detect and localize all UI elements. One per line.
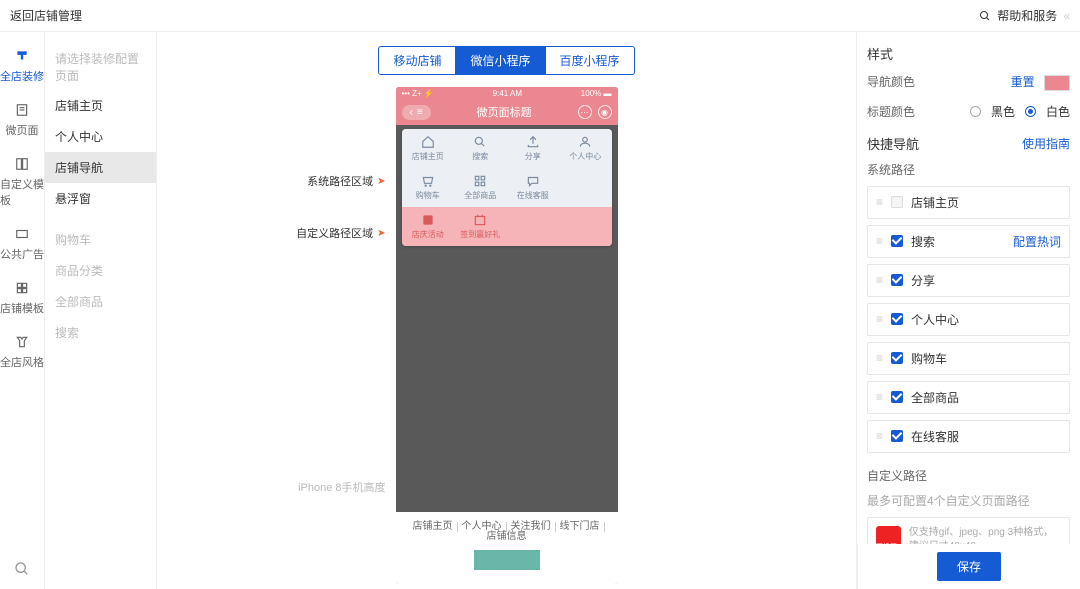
sidebar-hint: 请选择装修配置页面: [45, 44, 156, 90]
drag-handle-icon[interactable]: ≡: [876, 274, 883, 286]
platform-tabs: 移动店铺 微信小程序 百度小程序: [157, 46, 856, 75]
reset-button[interactable]: 重置: [1011, 75, 1035, 89]
list-item[interactable]: ≡分享: [867, 264, 1070, 297]
popup-goods[interactable]: 全部商品: [454, 168, 507, 207]
annotation-system: 系统路径区域➤: [307, 173, 385, 189]
mini-menu-icon[interactable]: ⋯: [578, 105, 592, 119]
config-hotword-link[interactable]: 配置热词: [1013, 233, 1061, 250]
rail-item-style[interactable]: 全店风格: [0, 334, 44, 370]
popup-cart[interactable]: 购物车: [402, 168, 455, 207]
paint-icon: [14, 48, 30, 64]
sidebar-item-float[interactable]: 悬浮窗: [45, 183, 156, 214]
sidebar-item-nav[interactable]: 店铺导航: [45, 152, 156, 183]
popup-custom-2[interactable]: 签到赢好礼: [454, 207, 507, 246]
save-button[interactable]: 保存: [937, 552, 1001, 581]
save-bar: 保存: [857, 544, 1080, 589]
sidebar-item-search[interactable]: 搜索: [45, 317, 156, 348]
phone-preview: ••• Z+ ⚡ 9:41 AM 100% ▬ ‹≡ 微页面标题 ⋯ ◉ 店铺主…: [396, 87, 618, 584]
color-swatch[interactable]: [1044, 75, 1070, 91]
tab-wechat[interactable]: 微信小程序: [456, 46, 544, 75]
shop-template-icon: [14, 280, 30, 296]
nav-color-label: 导航颜色: [867, 73, 915, 90]
drag-handle-icon[interactable]: ≡: [876, 235, 883, 247]
rail-item-ad[interactable]: 公共广告: [0, 226, 44, 262]
annotation-custom: 自定义路径区域➤: [296, 225, 385, 241]
left-rail: 全店装修 微页面 自定义模板 公共广告 店铺模板 全店风格: [0, 32, 45, 589]
checkbox[interactable]: [891, 352, 903, 364]
checkbox[interactable]: [891, 391, 903, 403]
collapse-icon: «: [1063, 9, 1070, 23]
section-style: 样式: [867, 44, 1070, 63]
help-link[interactable]: 帮助和服务 «: [979, 7, 1070, 24]
drag-handle-icon[interactable]: ≡: [876, 313, 883, 325]
popup-search[interactable]: 搜索: [454, 129, 507, 168]
status-bar: ••• Z+ ⚡ 9:41 AM 100% ▬: [396, 87, 618, 99]
rail-search-button[interactable]: [0, 561, 44, 577]
sidebar-item-profile[interactable]: 个人中心: [45, 121, 156, 152]
custom-path-hint: 最多可配置4个自定义页面路径: [867, 492, 1070, 509]
sidebar-item-all-goods[interactable]: 全部商品: [45, 286, 156, 317]
popup-profile[interactable]: 个人中心: [559, 129, 612, 168]
checkbox[interactable]: [891, 196, 903, 208]
system-path-list: ≡店铺主页 ≡搜索配置热词 ≡分享 ≡个人中心 ≡购物车 ≡全部商品 ≡在线客服: [867, 186, 1070, 453]
title-bar: ‹≡ 微页面标题 ⋯ ◉: [396, 99, 618, 125]
list-item[interactable]: ≡全部商品: [867, 381, 1070, 414]
title-color-label: 标题颜色: [867, 103, 915, 120]
guide-link[interactable]: 使用指南: [1022, 135, 1070, 152]
popup-share[interactable]: 分享: [507, 129, 560, 168]
checkbox[interactable]: [891, 235, 903, 247]
checkbox[interactable]: [891, 274, 903, 286]
settings-panel: 样式 导航颜色 重置 标题颜色 黑色 白色 快捷导航 使用指南 系统路径 ≡店铺…: [857, 32, 1080, 589]
preview-canvas: 移动店铺 微信小程序 百度小程序 系统路径区域➤ 自定义路径区域➤ iPhone…: [157, 32, 857, 589]
popup-custom-1[interactable]: 店庆活动: [402, 207, 455, 246]
page-title: 微页面标题: [477, 104, 532, 120]
drag-handle-icon[interactable]: ≡: [876, 430, 883, 442]
rail-item-decor[interactable]: 全店装修: [0, 48, 44, 84]
list-item[interactable]: ≡搜索配置热词: [867, 225, 1070, 258]
sidebar-item-cart[interactable]: 购物车: [45, 224, 156, 255]
drag-handle-icon[interactable]: ≡: [876, 391, 883, 403]
sys-path-label: 系统路径: [867, 161, 1070, 178]
nav-popup: 店铺主页 搜索 分享 个人中心 购物车 全部商品 在线客服 店庆活动 签到赢好礼: [402, 129, 612, 246]
template-icon: [14, 156, 30, 172]
list-item[interactable]: ≡店铺主页: [867, 186, 1070, 219]
iphone-height-label: iPhone 8手机高度: [298, 479, 385, 495]
list-item[interactable]: ≡购物车: [867, 342, 1070, 375]
sidebar: 请选择装修配置页面 店铺主页 个人中心 店铺导航 悬浮窗 购物车 商品分类 全部…: [45, 32, 157, 589]
popup-home[interactable]: 店铺主页: [402, 129, 455, 168]
tab-mobile[interactable]: 移动店铺: [378, 46, 456, 75]
page-icon: [14, 102, 30, 118]
sidebar-item-home[interactable]: 店铺主页: [45, 90, 156, 121]
phone-footer: 店铺主页 个人中心 关注我们 线下门店 店铺信息: [396, 512, 618, 584]
list-item[interactable]: ≡个人中心: [867, 303, 1070, 336]
drag-handle-icon[interactable]: ≡: [876, 196, 883, 208]
footer-banner: [474, 550, 540, 570]
rail-item-shop-tpl[interactable]: 店铺模板: [0, 280, 44, 316]
style-icon: [14, 334, 30, 350]
search-icon: [979, 10, 991, 22]
section-quick-nav: 快捷导航: [867, 134, 919, 153]
radio-black[interactable]: [970, 106, 981, 117]
rail-item-page[interactable]: 微页面: [6, 102, 39, 138]
rail-item-template[interactable]: 自定义模板: [0, 156, 44, 208]
custom-path-label: 自定义路径: [867, 467, 1070, 484]
radio-white[interactable]: [1025, 106, 1036, 117]
mini-close-icon[interactable]: ◉: [598, 105, 612, 119]
checkbox[interactable]: [891, 430, 903, 442]
search-icon: [14, 561, 30, 577]
back-button[interactable]: ‹≡: [402, 105, 431, 120]
ad-icon: [14, 226, 30, 242]
sidebar-item-category[interactable]: 商品分类: [45, 255, 156, 286]
popup-service[interactable]: 在线客服: [507, 168, 560, 207]
back-to-shop-link[interactable]: 返回店铺管理: [10, 7, 82, 24]
list-item[interactable]: ≡在线客服: [867, 420, 1070, 453]
drag-handle-icon[interactable]: ≡: [876, 352, 883, 364]
tab-baidu[interactable]: 百度小程序: [545, 46, 635, 75]
checkbox[interactable]: [891, 313, 903, 325]
